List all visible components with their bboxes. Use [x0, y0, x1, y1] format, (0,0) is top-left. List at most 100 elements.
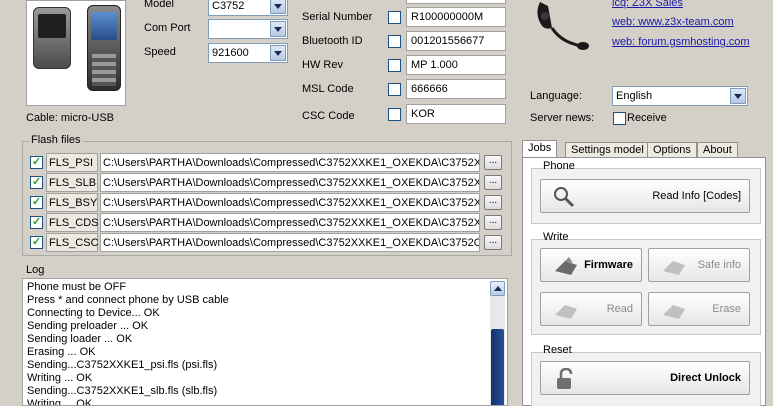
serial-field[interactable]: R100000000M — [406, 7, 506, 27]
hw-field[interactable]: MP 1.000 — [406, 55, 506, 75]
msl-label: MSL Code — [302, 83, 354, 95]
hw-label: HW Rev — [302, 59, 343, 71]
log-line: Writing ... OK — [27, 398, 93, 406]
log-line: Press * and connect phone by USB cable — [27, 294, 229, 306]
info-field-top — [406, 0, 506, 4]
chevron-down-icon[interactable] — [270, 21, 286, 37]
tab-settings-model[interactable]: Settings model — [565, 142, 650, 158]
log-line: Sending loader ... OK — [27, 333, 133, 345]
flash-row-path[interactable]: C:\Users\PARTHA\Downloads\Compressed\C37… — [100, 193, 480, 212]
phone-section-title: Phone — [543, 160, 575, 172]
scroll-up-icon[interactable] — [490, 281, 505, 296]
receive-checkbox[interactable] — [613, 112, 626, 125]
tab-about[interactable]: About — [697, 142, 738, 158]
log-line: Sending preloader ... OK — [27, 320, 149, 332]
reset-section: Reset Direct Unlock — [531, 344, 761, 406]
model-select-value: C3752 — [212, 0, 245, 12]
write-section: Write Firmware Safe info Read Erase — [531, 231, 761, 335]
log-lines: Phone must be OFF Press * and connect pho… — [27, 281, 229, 406]
log-line: Writing ... OK — [27, 372, 93, 384]
flash-row-name: FLS_CSC — [46, 233, 99, 252]
language-select-value: English — [616, 90, 653, 102]
speed-select-value: 921600 — [212, 47, 249, 59]
language-select[interactable]: English — [612, 86, 748, 106]
flash-row-browse-button[interactable]: ... — [484, 155, 502, 170]
web-link-gsmhosting[interactable]: web: forum.gsmhosting.com — [612, 36, 750, 48]
speed-select[interactable]: 921600 — [208, 43, 288, 63]
speed-label: Speed — [144, 46, 176, 58]
icq-link[interactable]: icq: Z3X Sales — [612, 0, 683, 9]
flash-row-browse-button[interactable]: ... — [484, 195, 502, 210]
log-title: Log — [26, 264, 45, 276]
flash-row-checkbox[interactable] — [30, 215, 43, 229]
phone-section: Phone Read Info [Codes] — [531, 160, 761, 224]
firmware-button[interactable]: Firmware — [540, 248, 642, 282]
csc-field[interactable]: KOR — [406, 104, 506, 124]
chevron-down-icon[interactable] — [730, 88, 746, 104]
scroll-thumb[interactable] — [491, 329, 504, 405]
phone-image-touch — [33, 7, 71, 69]
flash-row-path[interactable]: C:\Users\PARTHA\Downloads\Compressed\C37… — [100, 153, 480, 172]
hw-checkbox[interactable] — [388, 59, 401, 72]
flash-row-checkbox[interactable] — [30, 175, 43, 189]
flash-row-path[interactable]: C:\Users\PARTHA\Downloads\Compressed\C37… — [100, 233, 480, 252]
safe-info-label: Safe info — [697, 259, 741, 271]
flash-row-browse-button[interactable]: ... — [484, 235, 502, 250]
firmware-label: Firmware — [584, 259, 633, 271]
bt-checkbox[interactable] — [388, 35, 401, 48]
erase-button[interactable]: Erase — [648, 292, 750, 326]
safe-info-button[interactable]: Safe info — [648, 248, 750, 282]
erase-label: Erase — [712, 303, 741, 315]
receive-label: Receive — [627, 112, 667, 124]
csc-label: CSC Code — [302, 110, 355, 122]
padlock-icon — [557, 368, 573, 389]
log-line: Sending...C3752XXKE1_slb.fls (slb.fls) — [27, 385, 218, 397]
read-label: Read — [606, 303, 633, 315]
flash-row-checkbox[interactable] — [30, 235, 43, 249]
model-label: Model — [144, 0, 174, 10]
log-scrollbar[interactable] — [490, 281, 505, 405]
chevron-down-icon[interactable] — [270, 45, 286, 61]
flash-row: FLS_BSYC:\Users\PARTHA\Downloads\Compres… — [28, 193, 506, 212]
phone-image — [26, 0, 126, 106]
direct-unlock-label: Direct Unlock — [670, 372, 741, 384]
comport-label: Com Port — [144, 22, 191, 34]
flash-files-title: Flash files — [29, 134, 83, 146]
flash-row-path[interactable]: C:\Users\PARTHA\Downloads\Compressed\C37… — [100, 213, 480, 232]
write-section-title: Write — [543, 231, 569, 243]
flash-row-browse-button[interactable]: ... — [484, 215, 502, 230]
flash-row: FLS_PSIC:\Users\PARTHA\Downloads\Compres… — [28, 153, 506, 172]
direct-unlock-button[interactable]: Direct Unlock — [540, 361, 750, 395]
model-select[interactable]: C3752 — [208, 0, 288, 16]
msl-checkbox[interactable] — [388, 83, 401, 96]
server-news-label: Server news: — [530, 112, 595, 124]
flash-row-path[interactable]: C:\Users\PARTHA\Downloads\Compressed\C37… — [100, 173, 480, 192]
csc-checkbox[interactable] — [388, 108, 401, 121]
bt-field[interactable]: 001201556677 — [406, 31, 506, 51]
bt-label: Bluetooth ID — [302, 35, 363, 47]
read-info-label: Read Info [Codes] — [652, 190, 741, 202]
log-line: Phone must be OFF — [27, 281, 127, 293]
msl-field[interactable]: 666666 — [406, 79, 506, 99]
firmware-icon — [555, 257, 577, 275]
erase-icon — [663, 305, 685, 319]
log-panel[interactable]: Phone must be OFF Press * and connect pho… — [22, 278, 508, 406]
chevron-down-icon[interactable] — [270, 0, 286, 14]
flash-row-name: FLS_PSI — [46, 153, 98, 172]
comport-select[interactable] — [208, 19, 288, 39]
log-line: Sending...C3752XXKE1_psi.fls (psi.fls) — [27, 359, 218, 371]
flash-row-checkbox[interactable] — [30, 195, 43, 209]
log-line: Erasing ... OK — [27, 346, 96, 358]
serial-checkbox[interactable] — [388, 11, 401, 24]
web-link-z3x[interactable]: web: www.z3x-team.com — [612, 16, 734, 28]
safe-info-icon — [663, 261, 685, 275]
tab-jobs[interactable]: Jobs — [522, 140, 558, 158]
read-icon — [555, 305, 577, 319]
flash-row-checkbox[interactable] — [30, 155, 43, 169]
flash-row: FLS_CSCC:\Users\PARTHA\Downloads\Compres… — [28, 233, 506, 252]
read-info-button[interactable]: Read Info [Codes] — [540, 179, 750, 213]
jobs-panel: Phone Read Info [Codes] Write Firmware S… — [522, 157, 766, 406]
flash-row-browse-button[interactable]: ... — [484, 175, 502, 190]
tab-options[interactable]: Options — [647, 142, 697, 158]
read-button[interactable]: Read — [540, 292, 642, 326]
